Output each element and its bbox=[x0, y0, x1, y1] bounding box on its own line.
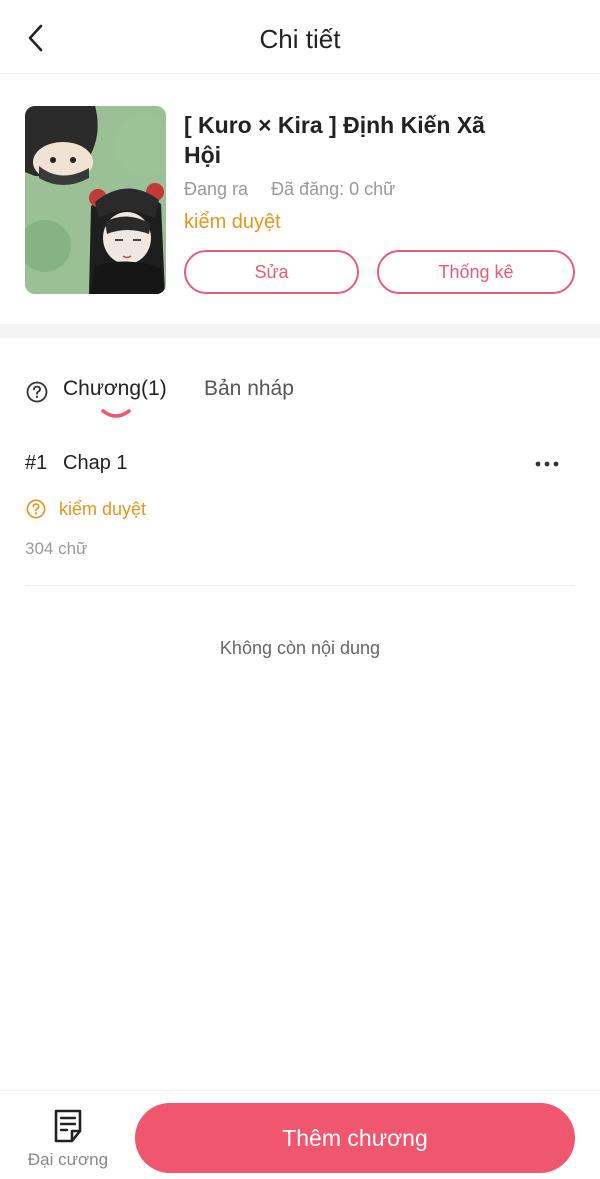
review-status-icon bbox=[26, 499, 46, 519]
chapter-name: Chap 1 bbox=[63, 452, 128, 474]
book-word-count: Đã đăng: 0 chữ bbox=[271, 179, 396, 199]
cover-illustration bbox=[25, 106, 166, 294]
outline-button[interactable]: Đại cương bbox=[16, 1107, 120, 1169]
book-cover[interactable] bbox=[25, 106, 166, 294]
chapter-more-button[interactable] bbox=[530, 452, 564, 476]
document-icon bbox=[54, 1109, 82, 1143]
chapter-word-count: 304 chữ bbox=[25, 539, 88, 558]
book-review-status: kiểm duyệt bbox=[184, 211, 281, 233]
page-title: Chi tiết bbox=[259, 24, 341, 54]
section-divider bbox=[0, 324, 600, 338]
row-divider bbox=[25, 585, 575, 586]
book-meta: Đang ra Đã đăng: 0 chữ bbox=[184, 179, 395, 200]
chapter-row[interactable]: #1 Chap 1 kiểm duyệt 304 chữ bbox=[0, 440, 600, 586]
help-button[interactable] bbox=[26, 381, 48, 403]
chapter-number: #1 bbox=[25, 452, 48, 474]
edit-button[interactable]: Sửa bbox=[184, 250, 359, 294]
book-status: Đang ra bbox=[184, 179, 249, 199]
book-title: [ Kuro × Kira ] Định Kiến Xã Hội bbox=[184, 112, 485, 168]
question-circle-icon bbox=[26, 381, 48, 403]
bottom-bar: Đại cương Thêm chương bbox=[0, 1090, 600, 1179]
tab-chapters[interactable]: Chương(1) bbox=[63, 377, 167, 401]
more-dots-icon bbox=[535, 461, 559, 467]
stats-button[interactable]: Thống kê bbox=[377, 250, 575, 294]
tab-drafts[interactable]: Bản nháp bbox=[204, 377, 294, 401]
outline-label: Đại cương bbox=[27, 1150, 109, 1169]
active-tab-indicator bbox=[100, 408, 132, 422]
top-bar: Chi tiết bbox=[0, 0, 600, 74]
chapter-review-status: kiểm duyệt bbox=[59, 499, 147, 519]
end-of-list-message: Không còn nội dung bbox=[219, 638, 381, 658]
add-chapter-button[interactable]: Thêm chương bbox=[135, 1103, 575, 1173]
